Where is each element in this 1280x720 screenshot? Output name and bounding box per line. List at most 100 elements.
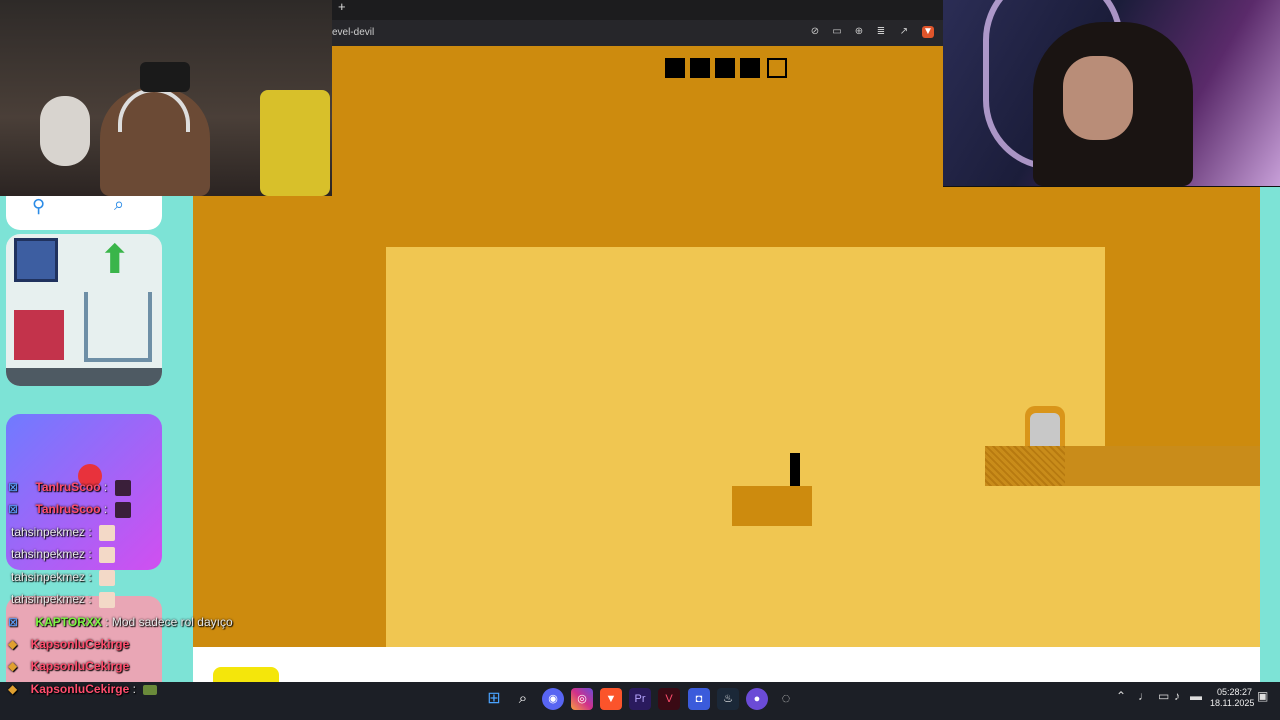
chat-badge-icon: ⊠ — [8, 615, 19, 629]
chat-text: : — [88, 592, 92, 607]
chat-username: TanIruScoo — [35, 502, 101, 517]
sidebar-top-toolbar: ⚲ ⌕ — [6, 196, 162, 230]
emote-icon — [99, 570, 116, 586]
app-icon[interactable]: ◘ — [688, 688, 710, 710]
chat-message: ⊠ TanIruScoo : — [8, 502, 131, 518]
level-indicator-filled — [690, 58, 710, 78]
level-indicator-empty — [767, 58, 787, 78]
yellow-barrel — [260, 90, 330, 196]
chat-username: KapsonluCekirge — [30, 659, 130, 673]
chat-text: : — [88, 547, 92, 562]
notification-icon[interactable]: ▣ — [1257, 689, 1268, 703]
container-graphic — [84, 292, 152, 362]
player-head — [792, 453, 798, 459]
chat-text: : — [103, 502, 108, 517]
chat-badge-icon: ◆ — [8, 682, 18, 696]
user-icon[interactable]: ⚲ — [32, 196, 45, 217]
game-platform — [732, 486, 812, 526]
chrome-icon[interactable]: ◌ — [775, 688, 797, 710]
card-floor — [6, 368, 162, 386]
chat-username: tahsinpekmez — [11, 570, 86, 585]
chat-badge-icon: ◆ — [8, 637, 18, 651]
emote-icon — [143, 684, 158, 695]
brave-shield-icon[interactable]: ▼ — [922, 26, 934, 38]
search-icon[interactable]: ⌕ — [114, 196, 124, 215]
webcam-right — [943, 0, 1280, 186]
chat-message: ◆ KapsonluCekirge : — [8, 682, 158, 696]
chat-message: tahsinpekmez : — [11, 570, 116, 586]
chat-username: KapsonluCekirge — [30, 637, 130, 651]
chat-badge-icon: ⊠ — [8, 480, 19, 495]
chat-message: ⊠ KAPTORXX : Mod sadece rol dayıço — [8, 615, 233, 629]
obs-icon[interactable]: ● — [746, 688, 768, 710]
new-tab-button[interactable]: + — [338, 0, 346, 14]
chat-message: tahsinpekmez : — [11, 547, 116, 563]
page-below-game — [193, 647, 1260, 682]
chat-username: TanIruScoo — [35, 480, 101, 495]
share-icon[interactable]: ↗ — [898, 26, 910, 38]
plush-toy — [40, 96, 90, 166]
emote-icon — [114, 502, 131, 518]
clock-time: 05:28:27 — [1216, 687, 1252, 697]
chat-text: : Mod sadece rol dayıço — [105, 615, 233, 629]
chat-message: ⊠ TanIruScoo : — [8, 480, 131, 496]
chat-badge-icon: ◆ — [8, 659, 18, 673]
chat-message: ◆ KapsonluCekirge — [8, 637, 129, 651]
webcam-left — [0, 0, 332, 196]
gaming-chair — [140, 62, 190, 92]
address-bar[interactable]: evel-devil ⊘ ▭ ⊕ ≣ ↗ ▼ — [332, 20, 943, 46]
chat-text: : — [103, 480, 108, 495]
chat-message: ◆ KapsonluCekirge — [8, 659, 129, 673]
chat-username: tahsinpekmez — [11, 525, 86, 540]
chat-username: KAPTORXX — [35, 615, 102, 629]
browser-tab-bar: + — [332, 0, 943, 20]
chat-text: : — [88, 570, 92, 585]
battery-icon[interactable]: ▬ — [1190, 689, 1202, 703]
zoom-icon[interactable]: ⊕ — [853, 26, 865, 38]
discord-icon[interactable]: ◉ — [542, 688, 564, 710]
premiere-icon[interactable]: Pr — [629, 688, 651, 710]
face — [1063, 56, 1133, 140]
chat-username: KapsonluCekirge — [30, 682, 130, 696]
emote-icon — [99, 525, 116, 541]
url-text[interactable]: evel-devil — [332, 27, 374, 38]
page-scrollbar[interactable] — [1260, 187, 1280, 682]
chat-username: tahsinpekmez — [11, 592, 86, 607]
chat-username: tahsinpekmez — [11, 547, 86, 562]
clock-date: 18.11.2025 — [1210, 698, 1255, 708]
taskbar-clock[interactable]: 05:28:27 18.11.2025 — [1210, 687, 1255, 709]
windows-start-icon[interactable]: ⊞ — [483, 688, 505, 710]
eye-off-icon[interactable]: ⊘ — [809, 26, 821, 38]
level-indicator-filled — [740, 58, 760, 78]
game-top-area — [332, 46, 943, 187]
chat-message: tahsinpekmez : — [11, 525, 116, 541]
chevron-up-icon[interactable]: ⌃ — [1116, 689, 1126, 703]
search-icon[interactable]: ⌕ — [512, 688, 534, 710]
game-thumbnail-card[interactable]: ⬆ — [6, 234, 162, 386]
emote-icon — [99, 547, 116, 563]
save-block-icon — [14, 238, 58, 282]
chat-text: : — [88, 525, 92, 540]
vegas-icon[interactable]: V — [658, 688, 680, 710]
emote-icon — [114, 480, 131, 496]
reader-icon[interactable]: ≣ — [875, 26, 887, 38]
volume-icon[interactable]: ♪ — [1174, 689, 1180, 703]
game-canvas[interactable] — [193, 187, 1260, 647]
exit-door-inner — [1030, 413, 1060, 446]
steam-icon[interactable]: ♨ — [717, 688, 739, 710]
game-room-lower — [1105, 486, 1260, 647]
chat-message: tahsinpekmez : — [11, 592, 116, 608]
microphone-icon[interactable]: ♩ — [1138, 689, 1150, 703]
chat-text: : — [132, 682, 136, 696]
network-icon[interactable]: ▭ — [1158, 689, 1169, 703]
level-indicator-filled — [665, 58, 685, 78]
red-block-character — [14, 310, 64, 360]
chat-overlay: ⊠ TanIruScoo : ⊠ TanIruScoo : tahsinpekm… — [0, 478, 300, 684]
instagram-icon[interactable]: ◎ — [571, 688, 593, 710]
chat-badge-icon: ⊠ — [8, 502, 19, 517]
level-indicator-filled — [715, 58, 735, 78]
arrow-up-icon: ⬆ — [98, 238, 132, 282]
crumbling-block — [985, 446, 1065, 486]
cast-icon[interactable]: ▭ — [831, 26, 843, 38]
brave-icon[interactable]: ▼ — [600, 688, 622, 710]
